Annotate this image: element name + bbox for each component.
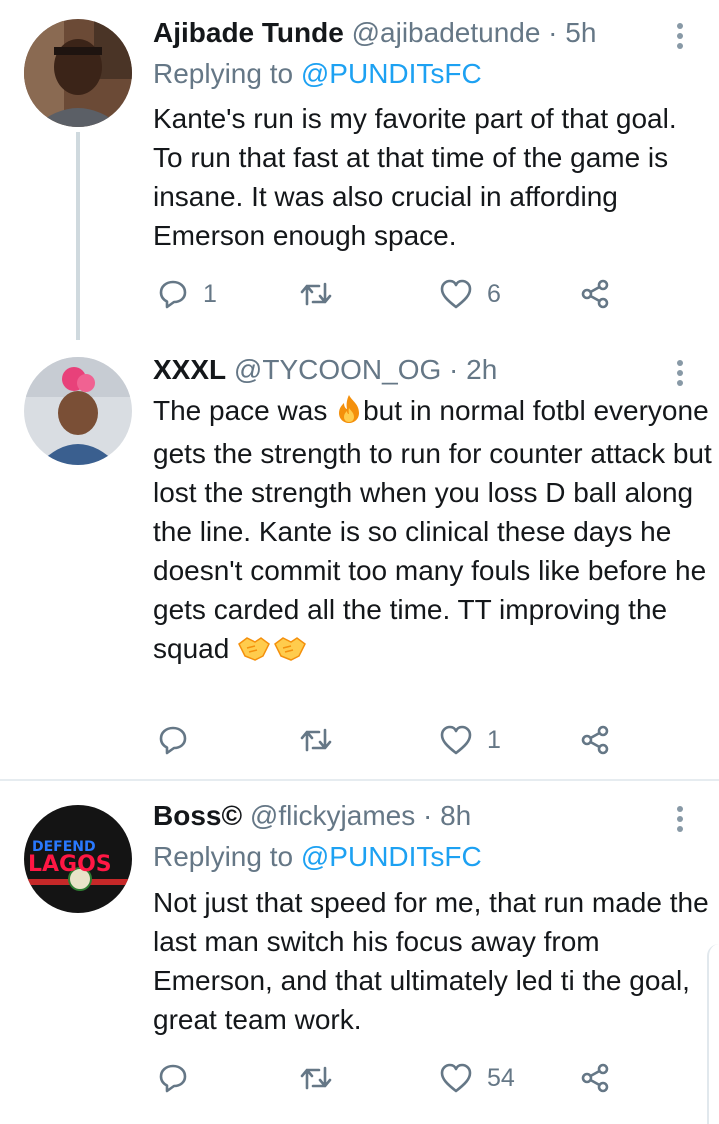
tweet-header: Ajibade Tunde @ajibadetunde · 5h bbox=[153, 15, 596, 51]
like-count: 54 bbox=[487, 1063, 515, 1092]
more-options-icon[interactable] bbox=[668, 357, 692, 389]
handshake-emoji bbox=[237, 633, 307, 672]
retweet-icon bbox=[300, 728, 332, 752]
share-icon bbox=[581, 279, 609, 309]
tweet-text-part-2: but in normal fotbl everyone gets the st… bbox=[153, 395, 712, 664]
handle-time[interactable]: @flickyjames · 8h bbox=[250, 800, 471, 831]
like-count: 6 bbox=[487, 279, 501, 308]
share-button[interactable] bbox=[579, 276, 611, 312]
tweet-header: Boss© @flickyjames · 8h bbox=[153, 798, 471, 834]
heart-icon bbox=[440, 725, 472, 755]
replying-to-handle[interactable]: @PUNDITsFC bbox=[301, 58, 482, 89]
heart-icon bbox=[440, 1063, 472, 1093]
tweet-actions: 54 bbox=[157, 1060, 637, 1096]
tweet-text: The pace was but in normal fotbl everyon… bbox=[153, 391, 713, 672]
tweet-text: Not just that speed for me, that run mad… bbox=[153, 887, 709, 1035]
retweet-button[interactable] bbox=[299, 722, 333, 758]
scroll-edge bbox=[707, 944, 719, 1124]
retweet-icon bbox=[300, 1066, 332, 1090]
tweet-actions: 1 6 bbox=[157, 276, 637, 312]
tweet-text: Kante's run is my favorite part of that … bbox=[153, 103, 677, 251]
more-options-icon[interactable] bbox=[668, 803, 692, 835]
avatar[interactable] bbox=[24, 357, 132, 465]
retweet-button[interactable] bbox=[299, 276, 333, 312]
avatar[interactable]: DEFEND LAGOS bbox=[24, 805, 132, 913]
tweet-text-part-1: The pace was bbox=[153, 395, 336, 426]
tweet-1[interactable]: Ajibade Tunde @ajibadetunde · 5h Replyin… bbox=[0, 0, 719, 340]
reply-icon bbox=[159, 1064, 187, 1093]
replying-to: Replying to @PUNDITsFC bbox=[153, 56, 482, 92]
reply-count: 1 bbox=[203, 279, 217, 308]
reply-icon bbox=[159, 726, 187, 755]
heart-icon bbox=[440, 279, 472, 309]
handle-time[interactable]: @ajibadetunde · 5h bbox=[352, 17, 597, 48]
reply-button[interactable] bbox=[157, 722, 203, 758]
retweet-button[interactable] bbox=[299, 1060, 333, 1096]
reply-button[interactable] bbox=[157, 1060, 203, 1096]
thread-line bbox=[76, 132, 80, 340]
reply-button[interactable]: 1 bbox=[157, 276, 217, 312]
share-icon bbox=[581, 725, 609, 755]
display-name[interactable]: Boss© bbox=[153, 800, 242, 831]
share-button[interactable] bbox=[579, 722, 611, 758]
tweet-actions: 1 bbox=[157, 722, 637, 758]
tweet-header: XXXL @TYCOON_OG · 2h bbox=[153, 352, 497, 388]
avatar[interactable] bbox=[24, 19, 132, 127]
like-button[interactable]: 6 bbox=[439, 276, 501, 312]
like-button[interactable]: 1 bbox=[439, 722, 501, 758]
fire-emoji bbox=[335, 394, 363, 434]
avatar-text-bottom: LAGOS bbox=[28, 852, 112, 877]
share-icon bbox=[581, 1063, 609, 1093]
like-count: 1 bbox=[487, 725, 501, 754]
handle-time[interactable]: @TYCOON_OG · 2h bbox=[234, 354, 497, 385]
replying-to: Replying to @PUNDITsFC bbox=[153, 839, 482, 875]
like-button[interactable]: 54 bbox=[439, 1060, 515, 1096]
reply-icon bbox=[159, 280, 187, 309]
more-options-icon[interactable] bbox=[668, 20, 692, 52]
replying-to-label: Replying to bbox=[153, 58, 301, 89]
display-name[interactable]: Ajibade Tunde bbox=[153, 17, 344, 48]
display-name[interactable]: XXXL bbox=[153, 354, 226, 385]
retweet-icon bbox=[300, 282, 332, 306]
replying-to-label: Replying to bbox=[153, 841, 301, 872]
replying-to-handle[interactable]: @PUNDITsFC bbox=[301, 841, 482, 872]
tweet-3[interactable]: DEFEND LAGOS Boss© @flickyjames · 8h Rep… bbox=[0, 781, 719, 1124]
share-button[interactable] bbox=[579, 1060, 611, 1096]
tweet-2[interactable]: XXXL @TYCOON_OG · 2h The pace was but in… bbox=[0, 340, 719, 780]
